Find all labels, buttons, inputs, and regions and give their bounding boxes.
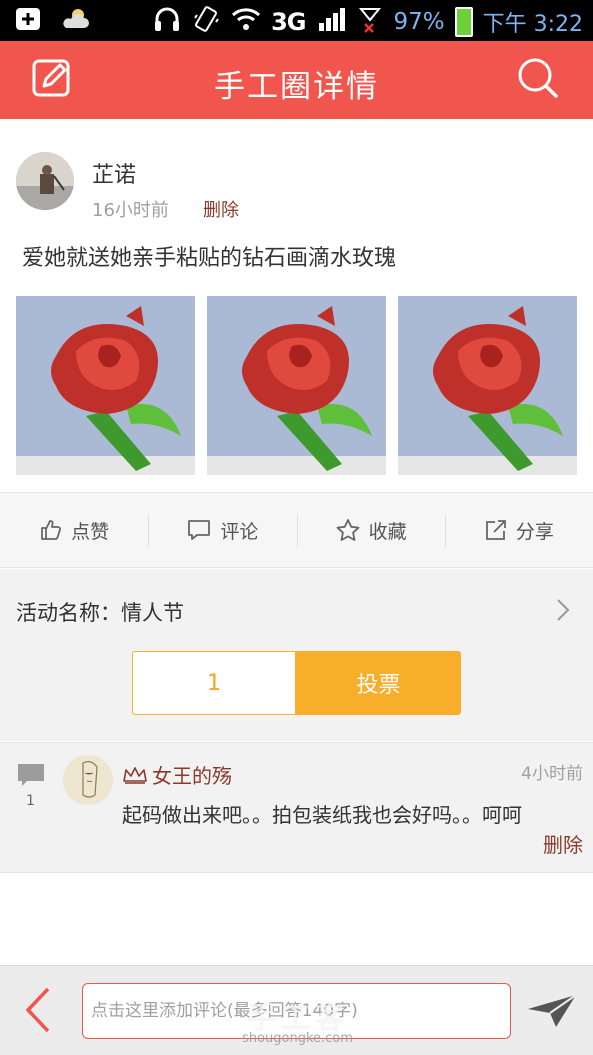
commenter-avatar[interactable] [63, 755, 113, 805]
delete-comment-link[interactable]: 删除 [543, 829, 583, 858]
comment-item: 1 女王的殇 4小时前 起码做出来吧。。拍包装纸我也会好吗。。呵呵 删除 [0, 742, 593, 873]
network-type: 3G [271, 8, 306, 36]
crown-icon [123, 766, 147, 784]
like-button[interactable]: 点赞 [0, 493, 148, 567]
clock: 下午 3:22 [482, 12, 583, 37]
activity-name[interactable]: 活动名称：情人节 [16, 597, 184, 627]
share-button[interactable]: 分享 [444, 493, 593, 567]
search-icon [518, 58, 558, 98]
headphones-icon [153, 5, 181, 39]
vote-count: 1 [132, 651, 296, 715]
chevron-right-icon[interactable] [555, 597, 571, 627]
vote-button[interactable]: 投票 [296, 651, 461, 715]
post-text: 爱她就送她亲手粘贴的钻石画滴水玫瑰 [22, 246, 397, 271]
vote-widget: 1 投票 [132, 651, 461, 715]
comment-bubble-icon [17, 763, 45, 793]
photo-grid [16, 296, 577, 475]
favorite-button[interactable]: 收藏 [296, 493, 445, 567]
like-label: 点赞 [71, 520, 110, 543]
battery-charging-icon [454, 7, 473, 37]
no-sim-signal-icon [359, 5, 383, 39]
activity-section: 活动名称：情人节 1 投票 [0, 569, 593, 741]
delete-post-link[interactable]: 删除 [203, 196, 239, 222]
comment-label: 评论 [220, 520, 259, 543]
comment-text: 起码做出来吧。。拍包装纸我也会好吗。。呵呵 [122, 803, 522, 827]
comment-count: 1 [26, 793, 35, 809]
favorite-label: 收藏 [368, 520, 407, 543]
comment-bar [0, 965, 593, 1055]
add-notification-icon [14, 6, 42, 36]
action-bar: 点赞 评论 收藏 分享 [0, 492, 593, 568]
commenter-name: 女王的殇 [152, 764, 232, 788]
signal-icon [315, 5, 349, 39]
app-header: 手工圈详情 [0, 41, 593, 119]
weather-icon [60, 6, 90, 36]
comment-icon [188, 520, 211, 540]
back-button[interactable] [22, 986, 54, 1038]
comment-button[interactable]: 评论 [148, 493, 296, 567]
share-label: 分享 [515, 520, 554, 543]
send-button[interactable] [526, 993, 578, 1033]
search-button[interactable] [515, 55, 565, 105]
author-name[interactable]: 芷诺 [92, 157, 136, 189]
thumbs-up-icon [41, 520, 62, 540]
page-title: 手工圈详情 [214, 69, 379, 105]
commenter[interactable]: 女王的殇 [122, 760, 232, 789]
comment-time: 4小时前 [521, 764, 583, 784]
vibrate-icon [191, 4, 221, 40]
send-icon [528, 994, 577, 1027]
post-time: 16小时前 [92, 200, 169, 221]
status-bar: 3G 97% 下午 3:22 [0, 0, 593, 41]
wifi-icon [231, 6, 261, 38]
post-photo[interactable] [16, 296, 195, 475]
author-avatar[interactable] [16, 152, 74, 210]
share-icon [485, 520, 506, 540]
star-icon [336, 519, 360, 541]
post-photo[interactable] [207, 296, 386, 475]
chevron-left-icon [25, 987, 50, 1033]
post-photo[interactable] [398, 296, 577, 475]
comment-input[interactable] [82, 983, 511, 1039]
battery-percent: 97% [393, 9, 445, 35]
